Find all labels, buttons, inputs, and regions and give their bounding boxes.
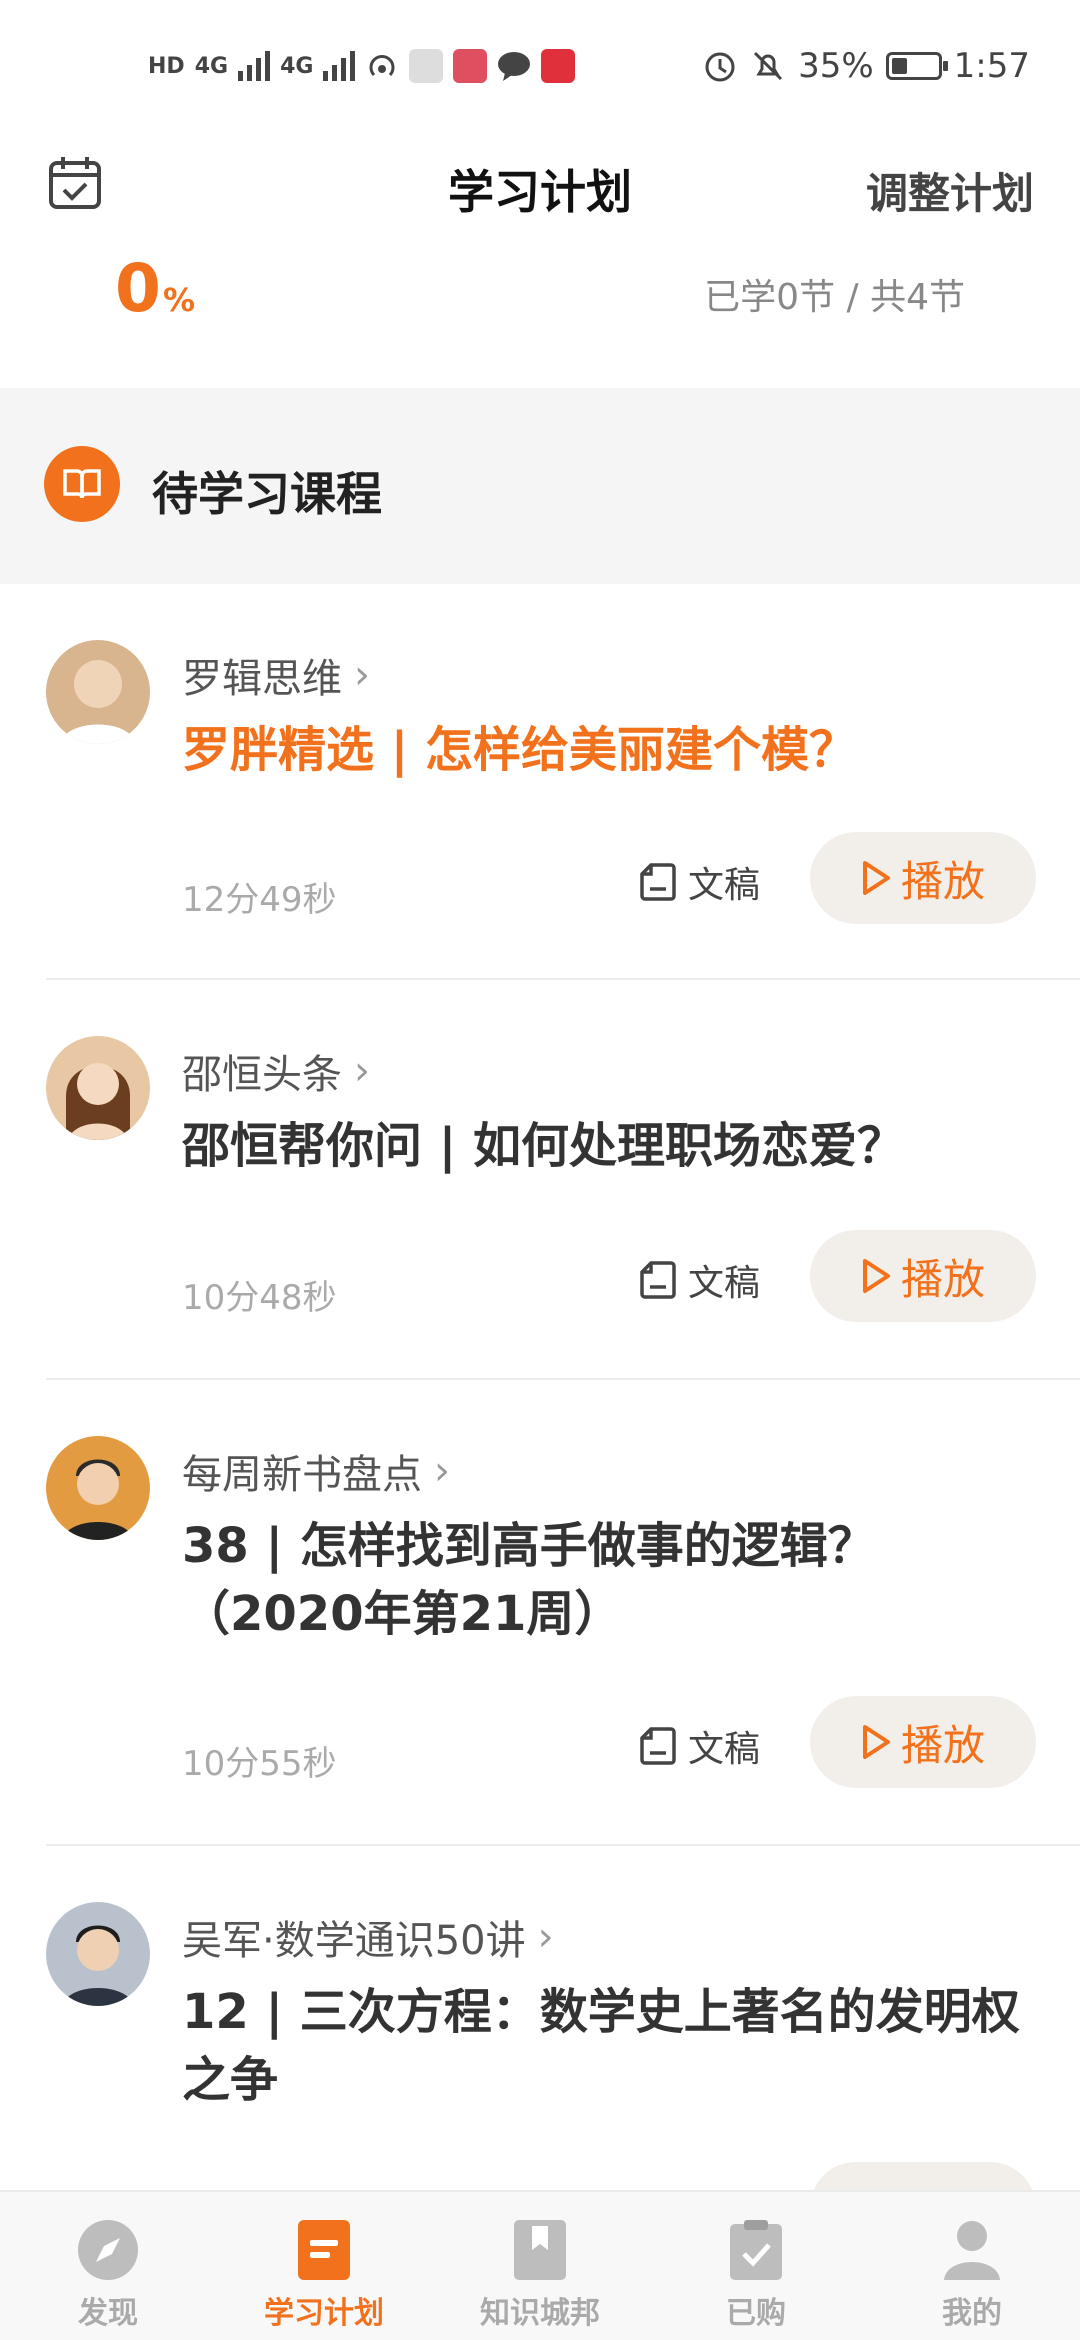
progress-percent-symbol: % <box>162 281 195 319</box>
alarm-icon <box>705 52 735 82</box>
progress-count: 已学0节 / 共4节 <box>704 277 965 318</box>
play-label: 播放 <box>900 1254 985 1304</box>
app-notification-icon-3 <box>541 49 576 83</box>
list-item[interactable]: 罗辑思维 › 罗胖精选 | 怎样给美丽建个模？ 12分49秒 文稿 播放 <box>46 584 1080 980</box>
hd-indicator: HD <box>148 53 185 79</box>
script-label: 文稿 <box>687 1729 760 1770</box>
purchased-icon <box>724 2218 788 2282</box>
list-item[interactable]: 每周新书盘点 › 38 | 怎样找到高手做事的逻辑？（2020年第21周） 10分… <box>46 1380 1080 1846</box>
play-label: 播放 <box>900 1720 985 1770</box>
chat-bubble-icon <box>498 52 531 81</box>
network-4g-indicator: 4G <box>194 53 229 79</box>
bottom-tab-bar: 发现 学习计划 知识城邦 已购 我的 <box>0 2190 1080 2340</box>
document-icon <box>640 1727 676 1765</box>
book-icon <box>44 446 120 522</box>
course-duration: 10分55秒 <box>182 1744 337 1784</box>
avatar[interactable] <box>46 1436 150 1540</box>
adjust-plan-button[interactable]: 调整计划 <box>866 160 1034 221</box>
battery-icon <box>885 52 948 80</box>
tab-study-plan[interactable]: 学习计划 <box>216 2192 432 2340</box>
tab-label: 已购 <box>726 2296 786 2331</box>
chevron-right-icon: › <box>434 1448 450 1494</box>
network-4g-indicator-2: 4G <box>280 53 314 79</box>
avatar[interactable] <box>46 640 150 744</box>
course-title[interactable]: 38 | 怎样找到高手做事的逻辑？（2020年第21周） <box>182 1512 1052 1648</box>
status-bar: HD 4G 4G 35% 1:57 <box>0 0 1080 130</box>
channel-name: 邵恒头条 <box>182 1052 342 1098</box>
progress-percent: 0% <box>115 250 195 327</box>
channel-link[interactable]: 罗辑思维 › <box>182 646 370 704</box>
tab-label: 我的 <box>942 2296 1002 2331</box>
profile-icon <box>940 2218 1004 2282</box>
mute-bell-icon <box>754 51 783 81</box>
script-button[interactable]: 文稿 <box>640 856 760 908</box>
play-button[interactable]: 播放 <box>810 832 1036 924</box>
status-right: 35% 1:57 <box>702 44 1030 88</box>
tab-label: 学习计划 <box>264 2296 384 2331</box>
play-icon <box>862 861 890 895</box>
avatar[interactable] <box>46 1036 150 1140</box>
app-notification-icon-2 <box>453 49 488 83</box>
script-button[interactable]: 文稿 <box>640 1254 760 1306</box>
course-list: 罗辑思维 › 罗胖精选 | 怎样给美丽建个模？ 12分49秒 文稿 播放 邵恒头条… <box>0 584 1080 2340</box>
app-notification-icon <box>409 49 444 83</box>
channel-name: 吴军·数学通识50讲 <box>182 1918 526 1964</box>
battery-fill <box>891 58 907 74</box>
tab-label: 发现 <box>78 2296 138 2331</box>
compass-icon <box>76 2218 140 2282</box>
status-left: HD 4G 4G <box>148 44 576 88</box>
header: 学习计划 调整计划 <box>0 130 1080 240</box>
channel-name: 每周新书盘点 <box>182 1452 422 1498</box>
course-title[interactable]: 邵恒帮你问 | 如何处理职场恋爱？ <box>182 1112 1052 1180</box>
play-icon <box>862 1259 890 1293</box>
signal-icon <box>238 51 271 81</box>
play-label: 播放 <box>900 856 985 906</box>
play-icon <box>862 1725 890 1759</box>
battery-percent: 35% <box>798 46 874 86</box>
section-title: 待学习课程 <box>152 467 382 521</box>
course-duration: 12分49秒 <box>182 880 337 920</box>
tab-discover[interactable]: 发现 <box>0 2192 216 2340</box>
chevron-right-icon: › <box>537 1914 554 1960</box>
play-button[interactable]: 播放 <box>810 1230 1036 1322</box>
document-icon <box>640 863 676 901</box>
signal-icon-2 <box>323 51 356 81</box>
list-item[interactable]: 邵恒头条 › 邵恒帮你问 | 如何处理职场恋爱？ 10分48秒 文稿 播放 <box>46 980 1080 1380</box>
progress-percent-value: 0 <box>115 250 161 327</box>
channel-name: 罗辑思维 <box>182 656 342 702</box>
script-label: 文稿 <box>687 865 760 906</box>
course-title[interactable]: 罗胖精选 | 怎样给美丽建个模？ <box>182 716 1052 784</box>
chevron-right-icon: › <box>354 1048 370 1094</box>
study-plan-icon <box>292 2218 356 2282</box>
script-button[interactable]: 文稿 <box>640 1720 760 1772</box>
channel-link[interactable]: 吴军·数学通识50讲 › <box>182 1908 554 1966</box>
script-label: 文稿 <box>687 1263 760 1304</box>
play-button[interactable]: 播放 <box>810 1696 1036 1788</box>
course-title[interactable]: 12 | 三次方程：数学史上著名的发明权之争 <box>182 1978 1052 2114</box>
channel-link[interactable]: 邵恒头条 › <box>182 1042 370 1100</box>
bookmark-icon <box>508 2218 572 2282</box>
course-duration: 10分48秒 <box>182 1278 337 1318</box>
tab-me[interactable]: 我的 <box>864 2192 1080 2340</box>
progress-summary: 0% 已学0节 / 共4节 <box>0 240 1080 390</box>
tab-purchased[interactable]: 已购 <box>648 2192 864 2340</box>
hotspot-icon <box>369 55 395 77</box>
tab-knowledge-city[interactable]: 知识城邦 <box>432 2192 648 2340</box>
pending-courses-section: 待学习课程 <box>0 388 1080 584</box>
document-icon <box>640 1261 676 1299</box>
avatar[interactable] <box>46 1902 150 2006</box>
tab-label: 知识城邦 <box>480 2296 600 2331</box>
clock: 1:57 <box>953 46 1030 86</box>
channel-link[interactable]: 每周新书盘点 › <box>182 1442 450 1500</box>
chevron-right-icon: › <box>354 652 370 698</box>
